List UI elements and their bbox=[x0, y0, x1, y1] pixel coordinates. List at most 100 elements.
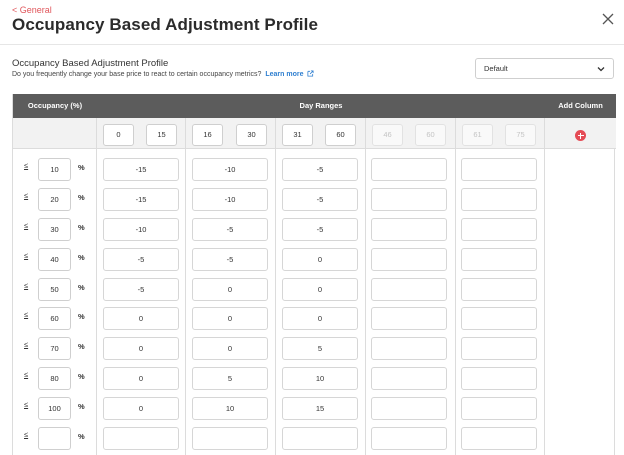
adjustment-value-input[interactable]: -5 bbox=[103, 278, 179, 301]
adjustment-value-input[interactable]: 0 bbox=[103, 337, 179, 360]
adjustment-value-input[interactable]: 0 bbox=[282, 248, 358, 271]
adjustment-value-input[interactable] bbox=[371, 367, 447, 390]
adjustment-value-input[interactable]: -5 bbox=[282, 218, 358, 241]
occupancy-threshold-input[interactable]: 60 bbox=[38, 307, 71, 330]
adjustment-value-input[interactable]: -10 bbox=[192, 158, 268, 181]
range-5-to-input: 75 bbox=[505, 124, 536, 146]
adjustment-value-input[interactable] bbox=[461, 278, 537, 301]
adjustment-value-input[interactable] bbox=[371, 278, 447, 301]
back-link-general[interactable]: < General bbox=[12, 5, 52, 15]
adjustment-value-input[interactable]: -5 bbox=[192, 248, 268, 271]
adjustment-value-input[interactable]: -5 bbox=[192, 218, 268, 241]
adjustment-value-input[interactable]: 0 bbox=[192, 337, 268, 360]
range-3-to-input[interactable]: 60 bbox=[325, 124, 356, 146]
percent-label: % bbox=[78, 402, 85, 411]
range-3-from-input[interactable]: 31 bbox=[282, 124, 313, 146]
adjustment-value-input[interactable] bbox=[461, 307, 537, 330]
adjustment-value-input[interactable] bbox=[461, 397, 537, 420]
occupancy-threshold-input[interactable]: 40 bbox=[38, 248, 71, 271]
adjustment-value-input[interactable] bbox=[371, 307, 447, 330]
learn-more-link[interactable]: Learn more bbox=[265, 71, 303, 78]
adjustment-value-input[interactable] bbox=[371, 218, 447, 241]
adjustment-value-input[interactable]: 0 bbox=[192, 307, 268, 330]
range-5-from-input: 61 bbox=[462, 124, 493, 146]
adjustment-value-input[interactable]: -15 bbox=[103, 158, 179, 181]
range-1-to-input[interactable]: 15 bbox=[146, 124, 177, 146]
occupancy-threshold-input[interactable]: 100 bbox=[38, 397, 71, 420]
adjustment-value-input[interactable] bbox=[461, 427, 537, 450]
adjustment-value-input[interactable] bbox=[371, 188, 447, 211]
adjustment-value-input[interactable] bbox=[461, 188, 537, 211]
close-icon[interactable] bbox=[601, 12, 615, 26]
adjustment-value-input[interactable]: -10 bbox=[192, 188, 268, 211]
adjustment-value-input[interactable]: 0 bbox=[282, 278, 358, 301]
adjustment-value-input[interactable]: -15 bbox=[103, 188, 179, 211]
adjustment-value-input[interactable] bbox=[461, 367, 537, 390]
range-2-from-input[interactable]: 16 bbox=[192, 124, 223, 146]
less-equal-label: ≤ bbox=[24, 161, 29, 170]
occupancy-threshold-input[interactable]: 10 bbox=[38, 158, 71, 181]
header-occupancy-label: Occupancy (%) bbox=[27, 101, 83, 110]
adjustment-value-input[interactable]: 10 bbox=[192, 397, 268, 420]
range-4-to-input: 60 bbox=[415, 124, 446, 146]
adjustment-value-input[interactable] bbox=[371, 427, 447, 450]
occupancy-threshold-input[interactable]: 30 bbox=[38, 218, 71, 241]
table-row: ≤80% 0 5 10 bbox=[13, 364, 545, 394]
page-title: Occupancy Based Adjustment Profile bbox=[12, 15, 319, 34]
adjustment-value-input[interactable]: 15 bbox=[282, 397, 358, 420]
adjustment-value-input[interactable]: -5 bbox=[282, 188, 358, 211]
adjustment-value-input[interactable] bbox=[371, 337, 447, 360]
range-1-from-input[interactable]: 0 bbox=[103, 124, 134, 146]
adjustment-value-input[interactable] bbox=[192, 427, 268, 450]
adjustment-value-input[interactable]: 0 bbox=[103, 367, 179, 390]
adjustment-value-input[interactable]: 10 bbox=[282, 367, 358, 390]
less-equal-label: ≤ bbox=[24, 430, 29, 439]
adjustment-value-input[interactable]: 0 bbox=[103, 307, 179, 330]
adjustment-value-input[interactable] bbox=[282, 427, 358, 450]
percent-label: % bbox=[78, 372, 85, 381]
adjustment-value-input[interactable] bbox=[371, 158, 447, 181]
occupancy-adjustment-table: Occupancy (%) Day Ranges Add Column 0 15… bbox=[12, 94, 616, 455]
adjustment-value-input[interactable] bbox=[461, 248, 537, 271]
adjustment-value-input[interactable] bbox=[371, 248, 447, 271]
adjustment-value-input[interactable]: 0 bbox=[103, 397, 179, 420]
percent-label: % bbox=[78, 193, 85, 202]
table-row: ≤60% 0 0 0 bbox=[13, 304, 545, 334]
percent-label: % bbox=[78, 253, 85, 262]
adjustment-value-input[interactable]: 0 bbox=[282, 307, 358, 330]
adjustment-value-input[interactable] bbox=[103, 427, 179, 450]
occupancy-threshold-input[interactable]: 70 bbox=[38, 337, 71, 360]
add-column-icon[interactable] bbox=[575, 130, 586, 141]
less-equal-label: ≤ bbox=[24, 191, 29, 200]
external-link-icon[interactable] bbox=[307, 70, 314, 77]
percent-label: % bbox=[78, 342, 85, 351]
percent-label: % bbox=[78, 223, 85, 232]
adjustment-value-input[interactable] bbox=[371, 397, 447, 420]
adjustment-value-input[interactable]: 5 bbox=[282, 337, 358, 360]
header-day-ranges: Day Ranges bbox=[97, 94, 545, 118]
table-row: ≤40% -5 -5 0 bbox=[13, 245, 545, 275]
adjustment-value-input[interactable]: 5 bbox=[192, 367, 268, 390]
chevron-down-icon bbox=[597, 66, 605, 71]
adjustment-value-input[interactable] bbox=[461, 218, 537, 241]
adjustment-value-input[interactable]: -10 bbox=[103, 218, 179, 241]
occupancy-threshold-input[interactable]: 20 bbox=[38, 188, 71, 211]
adjustment-value-input[interactable] bbox=[461, 337, 537, 360]
adjustment-value-input[interactable] bbox=[461, 158, 537, 181]
percent-label: % bbox=[78, 163, 85, 172]
range-2-to-input[interactable]: 30 bbox=[236, 124, 267, 146]
less-equal-label: ≤ bbox=[24, 221, 29, 230]
profile-select-value: Default bbox=[484, 64, 508, 73]
profile-select[interactable]: Default bbox=[475, 58, 614, 79]
adjustment-value-input[interactable]: -5 bbox=[103, 248, 179, 271]
adjustment-value-input[interactable]: 0 bbox=[192, 278, 268, 301]
table-row: ≤50% -5 0 0 bbox=[13, 275, 545, 305]
occupancy-threshold-input[interactable] bbox=[38, 427, 71, 450]
less-equal-label: ≤ bbox=[24, 400, 29, 409]
occupancy-threshold-input[interactable]: 50 bbox=[38, 278, 71, 301]
adjustment-value-input[interactable]: -5 bbox=[282, 158, 358, 181]
header-day-ranges-label: Day Ranges bbox=[299, 101, 343, 110]
occupancy-threshold-input[interactable]: 80 bbox=[38, 367, 71, 390]
less-equal-label: ≤ bbox=[24, 310, 29, 319]
less-equal-label: ≤ bbox=[24, 340, 29, 349]
